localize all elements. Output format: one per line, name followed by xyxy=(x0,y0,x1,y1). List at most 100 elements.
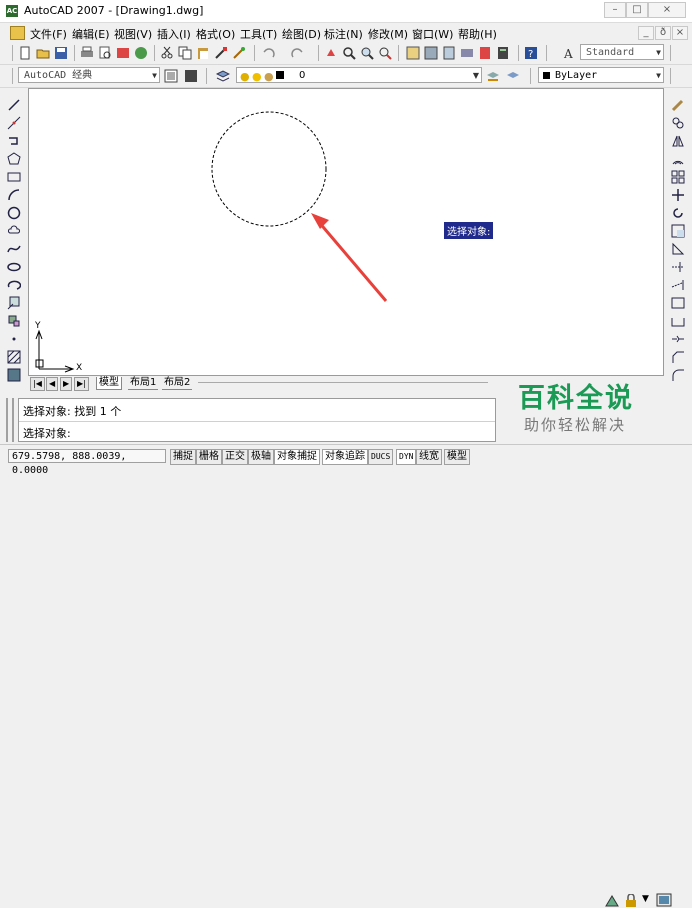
trim-icon[interactable] xyxy=(671,260,685,274)
join-icon[interactable] xyxy=(671,332,685,346)
rotate-icon[interactable] xyxy=(671,206,685,220)
menu-draw[interactable]: 绘图(D) xyxy=(282,26,321,42)
revision-cloud-icon[interactable] xyxy=(7,224,21,238)
save-icon[interactable] xyxy=(54,46,68,60)
grid-toggle[interactable]: 栅格 xyxy=(196,449,222,465)
tab-layout2[interactable]: 布局2 xyxy=(162,377,193,390)
break-icon[interactable] xyxy=(671,314,685,328)
layer-properties-icon[interactable] xyxy=(216,69,230,83)
design-center-icon[interactable] xyxy=(424,46,438,60)
gradient-icon[interactable] xyxy=(7,368,21,382)
fillet-icon[interactable] xyxy=(671,368,685,382)
minimize-button[interactable]: – xyxy=(604,2,626,18)
menu-format[interactable]: 格式(O) xyxy=(196,26,235,42)
markup-icon[interactable] xyxy=(478,46,492,60)
array-icon[interactable] xyxy=(671,170,685,184)
properties-icon[interactable] xyxy=(406,46,420,60)
polygon-icon[interactable] xyxy=(7,152,21,166)
menu-view[interactable]: 视图(V) xyxy=(114,26,152,42)
text-style-icon[interactable]: A xyxy=(562,46,576,60)
tab-model[interactable]: 模型 xyxy=(96,377,122,390)
undo-icon[interactable] xyxy=(262,46,276,60)
match-properties-icon[interactable] xyxy=(214,46,228,60)
model-space-toggle[interactable]: 模型 xyxy=(444,449,470,465)
drawing-canvas[interactable]: Y X xyxy=(28,88,664,376)
insert-block-icon[interactable] xyxy=(7,296,21,310)
chamfer-icon[interactable] xyxy=(671,350,685,364)
command-window-grip[interactable] xyxy=(6,398,14,442)
open-icon[interactable] xyxy=(36,46,50,60)
ortho-toggle[interactable]: 正交 xyxy=(222,449,248,465)
lineweight-toggle[interactable]: 线宽 xyxy=(416,449,442,465)
menu-edit[interactable]: 编辑(E) xyxy=(72,26,110,42)
help-icon[interactable]: ? xyxy=(524,46,538,60)
workspace-settings-icon[interactable] xyxy=(164,69,178,83)
menu-help[interactable]: 帮助(H) xyxy=(458,26,497,42)
ellipse-icon[interactable] xyxy=(7,260,21,274)
rectangle-icon[interactable] xyxy=(7,170,21,184)
copy-object-icon[interactable] xyxy=(671,116,685,130)
spline-icon[interactable] xyxy=(7,242,21,256)
copy-icon[interactable] xyxy=(178,46,192,60)
layer-previous-icon[interactable] xyxy=(506,69,520,83)
doc-minimize-button[interactable]: _ xyxy=(638,26,654,40)
save-workspace-icon[interactable] xyxy=(184,69,198,83)
scale-icon[interactable] xyxy=(671,224,685,238)
doc-close-button[interactable]: × xyxy=(672,26,688,40)
calculator-icon[interactable] xyxy=(496,46,510,60)
circle-icon[interactable] xyxy=(7,206,21,220)
menu-dimension[interactable]: 标注(N) xyxy=(324,26,363,42)
extend-icon[interactable] xyxy=(671,278,685,292)
design-web-icon[interactable] xyxy=(134,46,148,60)
close-button[interactable]: × xyxy=(648,2,686,18)
command-prompt[interactable]: 选择对象: xyxy=(23,425,71,441)
menu-modify[interactable]: 修改(M) xyxy=(368,26,408,42)
osnap-toggle[interactable]: 对象捕捉 xyxy=(274,449,320,465)
arc-icon[interactable] xyxy=(7,188,21,202)
last-tab-button[interactable]: ▶| xyxy=(74,377,89,391)
zoom-window-icon[interactable] xyxy=(360,46,374,60)
coordinate-readout[interactable]: 679.5798, 888.0039, 0.0000 xyxy=(8,449,166,476)
polyline-icon[interactable] xyxy=(7,134,21,148)
stretch-icon[interactable] xyxy=(671,242,685,256)
sheet-set-icon[interactable] xyxy=(460,46,474,60)
menu-file[interactable]: 文件(F) xyxy=(30,26,67,42)
block-editor-icon[interactable] xyxy=(232,46,246,60)
ducs-toggle[interactable]: DUCS xyxy=(368,449,394,465)
line-icon[interactable] xyxy=(7,98,21,112)
workspace-select[interactable]: AutoCAD 经典 ▼ xyxy=(18,67,160,83)
plot-preview-icon[interactable] xyxy=(98,46,112,60)
prev-tab-button[interactable]: ◀ xyxy=(46,377,59,391)
menu-insert[interactable]: 插入(I) xyxy=(157,26,191,42)
pan-realtime-icon[interactable] xyxy=(324,46,338,60)
otrack-toggle[interactable]: 对象追踪 xyxy=(322,449,368,465)
publish-icon[interactable] xyxy=(116,46,130,60)
menu-tools[interactable]: 工具(T) xyxy=(240,26,277,42)
text-style-select[interactable]: Standard ▼ xyxy=(580,44,664,60)
next-tab-button[interactable]: ▶ xyxy=(60,377,73,391)
cut-icon[interactable] xyxy=(160,46,174,60)
mirror-icon[interactable] xyxy=(671,134,685,148)
offset-icon[interactable] xyxy=(671,152,685,166)
layer-select[interactable]: ● ● ● 0 ▼ xyxy=(236,67,482,83)
break-at-point-icon[interactable] xyxy=(671,296,685,310)
doc-restore-button[interactable]: ð xyxy=(655,26,671,40)
make-block-icon[interactable] xyxy=(7,314,21,328)
point-icon[interactable] xyxy=(7,332,21,346)
construction-line-icon[interactable] xyxy=(7,116,21,130)
maximize-button[interactable]: □ xyxy=(626,2,648,18)
make-current-layer-icon[interactable] xyxy=(486,69,500,83)
dyn-toggle[interactable]: DYN xyxy=(396,449,417,465)
new-icon[interactable] xyxy=(18,46,32,60)
tray-settings-dropdown-icon[interactable]: ▼ xyxy=(642,894,649,904)
hatch-icon[interactable] xyxy=(7,350,21,364)
menu-window[interactable]: 窗口(W) xyxy=(412,26,453,42)
print-icon[interactable] xyxy=(80,46,94,60)
clean-screen-icon[interactable] xyxy=(656,893,672,907)
communication-center-icon[interactable] xyxy=(604,894,620,908)
zoom-previous-icon[interactable] xyxy=(378,46,392,60)
paste-icon[interactable] xyxy=(196,46,210,60)
snap-toggle[interactable]: 捕捉 xyxy=(170,449,196,465)
tab-layout1[interactable]: 布局1 xyxy=(128,377,159,390)
command-window[interactable]: 选择对象: 找到 1 个 选择对象: xyxy=(18,398,496,442)
